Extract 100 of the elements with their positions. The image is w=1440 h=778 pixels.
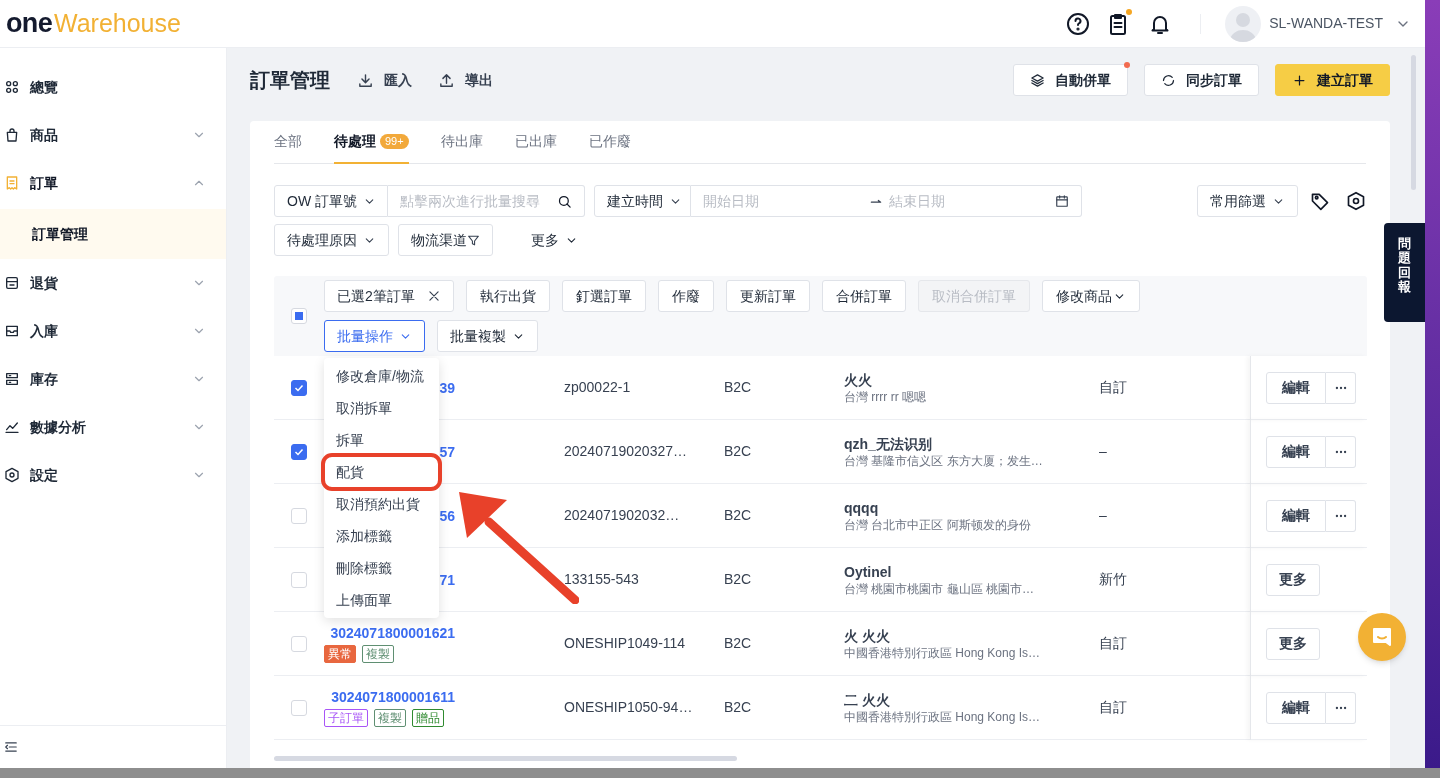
tab[interactable]: 已作廢: [588, 121, 631, 164]
sidebar-item[interactable]: 退貨: [0, 259, 226, 307]
select-field[interactable]: 待處理原因: [274, 224, 389, 256]
layers-icon: [1030, 72, 1045, 88]
dropdown-button[interactable]: 批量複製: [437, 320, 538, 352]
checkbox[interactable]: [291, 443, 307, 460]
tag: 異常: [324, 645, 356, 663]
date-input[interactable]: 開始日期: [703, 190, 863, 212]
table-cell-text: 新竹: [1099, 570, 1128, 589]
help-icon[interactable]: [1066, 11, 1091, 36]
chart-icon: [4, 419, 20, 435]
list-icon: [4, 175, 20, 191]
recipient-address: 台灣 rrrr rr 嗯嗯: [844, 388, 927, 405]
action-button[interactable]: 修改商品: [1041, 280, 1140, 312]
action-button[interactable]: 執行出貨: [465, 280, 550, 312]
search-field[interactable]: 點擊兩次進行批量搜尋: [388, 185, 585, 217]
recipient-address: 台灣 基隆市信义区 东方大厦；发生…: [844, 452, 1044, 469]
menu-item[interactable]: 配貨: [324, 456, 439, 488]
sidebar-item[interactable]: 庫存: [0, 355, 226, 403]
search-icon: [557, 193, 572, 209]
table-cell-text: 自訂: [1099, 378, 1128, 397]
table-cell-text: 133155-543: [564, 570, 640, 589]
logo-text: Warehouse: [54, 11, 181, 36]
sidebar-subitem[interactable]: 訂單管理: [0, 209, 226, 259]
more-filters-button[interactable]: 更多: [531, 229, 578, 251]
return-box-icon: [4, 275, 20, 291]
order-link[interactable]: 3024071800001611: [324, 688, 455, 706]
table-cell-text: zp00022-1: [564, 378, 632, 397]
selection-chip: 已選2筆訂單: [324, 280, 454, 312]
checkbox[interactable]: [291, 379, 307, 396]
action-button[interactable]: 釘選訂單: [561, 280, 646, 312]
user-name[interactable]: SL-WANDA-TEST: [1269, 13, 1383, 34]
table-cell-text: B2C: [724, 378, 753, 397]
recipient-name: 火火: [844, 370, 873, 389]
edit-button[interactable]: 編輯: [1266, 435, 1326, 468]
menu-item[interactable]: 取消拆單: [324, 392, 439, 424]
edit-button[interactable]: 編輯: [1266, 691, 1326, 724]
menu-item[interactable]: 刪除標籤: [324, 552, 439, 584]
sidebar-item[interactable]: 設定: [0, 451, 226, 499]
toolbar-link[interactable]: 導出: [438, 69, 493, 91]
menu-item[interactable]: 上傳面單: [324, 584, 439, 616]
search-input[interactable]: 點擊兩次進行批量搜尋: [400, 190, 557, 212]
collapse-menu-icon[interactable]: [4, 740, 18, 754]
table-cell-text: 自訂: [1099, 698, 1128, 717]
action-button[interactable]: 作廢: [657, 280, 714, 312]
recipient-address: 台灣 桃園市桃園市 龜山區 桃園市…: [844, 580, 1035, 597]
tab[interactable]: 待處理 99+: [334, 121, 409, 164]
table-cell-text: 20240719020327…: [564, 442, 688, 461]
select-field[interactable]: OW 訂單號: [274, 185, 388, 217]
settings-icon[interactable]: [1346, 191, 1366, 211]
order-link[interactable]: 3024071800001621: [324, 624, 455, 642]
more-button[interactable]: 更多: [1266, 627, 1320, 660]
logo-text: one: [6, 10, 52, 37]
toolbar-button[interactable]: 同步訂單: [1144, 64, 1259, 96]
sidebar-item[interactable]: 商品: [0, 111, 226, 159]
tag-icon[interactable]: [1310, 191, 1330, 211]
table-cell-text: ONESHIP1050-94…: [564, 698, 694, 717]
edit-button[interactable]: 編輯: [1266, 499, 1326, 532]
select-field[interactable]: 物流渠道: [398, 224, 493, 256]
refresh-icon: [1161, 72, 1176, 88]
count-badge: 99+: [380, 134, 409, 149]
menu-item[interactable]: 拆單: [324, 424, 439, 456]
more-button[interactable]: 更多: [1266, 563, 1320, 596]
edit-button[interactable]: 編輯: [1266, 371, 1326, 404]
settings-icon: [4, 467, 20, 483]
filter-icon: [467, 233, 480, 247]
upload-icon: [438, 71, 455, 89]
create-order-button[interactable]: 建立訂單: [1275, 64, 1390, 96]
tab[interactable]: 已出庫: [514, 121, 557, 164]
action-button[interactable]: 更新訂單: [725, 280, 810, 312]
select-field[interactable]: 建立時間: [594, 185, 691, 217]
tag: 子訂單: [324, 709, 368, 727]
sidebar-item[interactable]: 訂單: [0, 159, 226, 207]
menu-item[interactable]: 取消預約出貨: [324, 488, 439, 520]
sidebar-item[interactable]: 數據分析: [0, 403, 226, 451]
sidebar-item[interactable]: 總覽: [0, 63, 226, 111]
menu-item[interactable]: 添加標籤: [324, 520, 439, 552]
menu-item[interactable]: 修改倉庫/物流: [324, 360, 439, 392]
recipient-name: qqqq: [844, 498, 880, 517]
recipient-address: 中國香港特別行政區 Hong Kong Is…: [844, 708, 1042, 725]
date-input[interactable]: 結束日期: [889, 190, 1055, 212]
recipient-name: 火 火火: [844, 626, 891, 645]
toolbar-link[interactable]: 匯入: [357, 69, 412, 91]
sidebar-item[interactable]: 入庫: [0, 307, 226, 355]
feedback-tab[interactable]: 問題回報: [1384, 223, 1425, 322]
tab[interactable]: 待出庫: [440, 121, 483, 164]
select-field[interactable]: 常用篩選: [1197, 185, 1298, 217]
download-icon: [357, 71, 374, 89]
tab[interactable]: 全部: [274, 121, 302, 164]
toolbar-button[interactable]: 自動併單: [1013, 64, 1128, 96]
date-range-field[interactable]: 開始日期 結束日期: [691, 185, 1082, 217]
table-cell-text: B2C: [724, 634, 753, 653]
dropdown-button[interactable]: 批量操作: [324, 320, 425, 352]
recipient-name: qzh_无法识别: [844, 434, 933, 453]
grid-icon: [4, 79, 20, 95]
close-icon[interactable]: [426, 289, 441, 303]
table-cell-text: B2C: [724, 698, 753, 717]
action-button[interactable]: 合併訂單: [821, 280, 906, 312]
table-cell-text: B2C: [724, 570, 753, 589]
recipient-name: Oytinel: [844, 562, 893, 581]
